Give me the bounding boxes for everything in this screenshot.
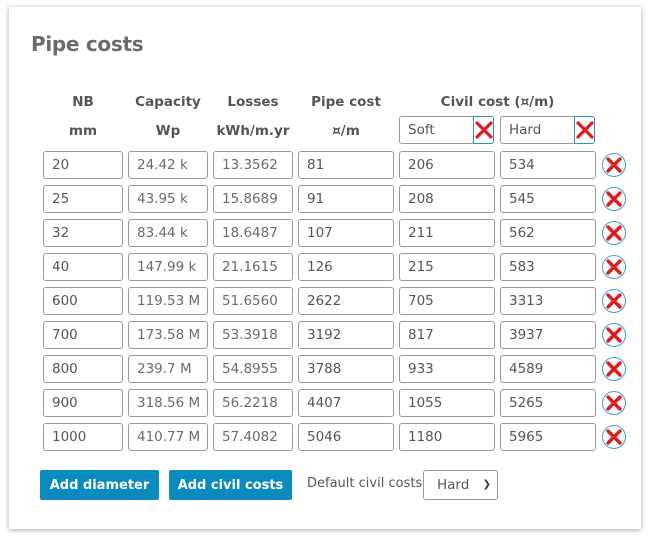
delete-row-button[interactable] (602, 391, 626, 415)
civil-cost-soft-input[interactable]: 208 (399, 185, 495, 213)
delete-row-button[interactable] (602, 289, 626, 313)
losses-field[interactable]: 56.2218 (213, 389, 293, 417)
default-civil-costs-label: Default civil costs: (307, 476, 427, 491)
default-civil-costs-value: Hard (437, 477, 470, 493)
civil-cost-hard-input[interactable]: 5965 (500, 423, 596, 451)
delete-row-button[interactable] (602, 221, 626, 245)
unit-losses: kWh/m.yr (216, 123, 290, 139)
losses-field[interactable]: 53.3918 (213, 321, 293, 349)
unit-pipe-cost: ¤/m (332, 123, 360, 139)
capacity-field[interactable]: 147.99 k (128, 253, 208, 281)
delete-row-button[interactable] (602, 153, 626, 177)
pipe-cost-input[interactable]: 126 (298, 253, 394, 281)
pipe-cost-input[interactable]: 3192 (298, 321, 394, 349)
losses-field[interactable]: 51.6560 (213, 287, 293, 315)
pipe-cost-input[interactable]: 3788 (298, 355, 394, 383)
civil-cost-hard-input[interactable]: 534 (500, 151, 596, 179)
header-nb: NB (72, 94, 94, 110)
pipe-cost-input[interactable]: 81 (298, 151, 394, 179)
losses-field[interactable]: 21.1615 (213, 253, 293, 281)
civil-category-name-input[interactable]: Hard (500, 116, 575, 144)
red-x-icon (474, 121, 493, 139)
delete-row-button[interactable] (602, 323, 626, 347)
header-pipe-cost: Pipe cost (311, 94, 381, 110)
pipe-cost-input[interactable]: 5046 (298, 423, 394, 451)
page-title: Pipe costs (31, 32, 144, 56)
nb-input[interactable]: 40 (43, 253, 123, 281)
pipe-cost-input[interactable]: 2622 (298, 287, 394, 315)
nb-input[interactable]: 25 (43, 185, 123, 213)
civil-cost-soft-input[interactable]: 1055 (399, 389, 495, 417)
losses-field[interactable]: 13.3562 (213, 151, 293, 179)
civil-cost-soft-input[interactable]: 933 (399, 355, 495, 383)
losses-field[interactable]: 15.8689 (213, 185, 293, 213)
civil-cost-soft-input[interactable]: 705 (399, 287, 495, 315)
capacity-field[interactable]: 173.58 M (128, 321, 208, 349)
delete-row-button[interactable] (602, 357, 626, 381)
header-losses: Losses (227, 94, 279, 110)
delete-row-button[interactable] (602, 187, 626, 211)
civil-cost-hard-input[interactable]: 545 (500, 185, 596, 213)
capacity-field[interactable]: 239.7 M (128, 355, 208, 383)
losses-field[interactable]: 57.4082 (213, 423, 293, 451)
civil-cost-soft-input[interactable]: 817 (399, 321, 495, 349)
civil-cost-soft-input[interactable]: 215 (399, 253, 495, 281)
nb-input[interactable]: 800 (43, 355, 123, 383)
civil-cost-soft-input[interactable]: 211 (399, 219, 495, 247)
losses-field[interactable]: 18.6487 (213, 219, 293, 247)
unit-capacity: Wp (155, 123, 181, 139)
red-x-icon (606, 327, 622, 343)
red-x-icon (606, 293, 622, 309)
unit-nb: mm (68, 123, 98, 139)
delete-row-button[interactable] (602, 425, 626, 449)
civil-cost-hard-input[interactable]: 583 (500, 253, 596, 281)
capacity-field[interactable]: 318.56 M (128, 389, 208, 417)
remove-civil-category-button[interactable] (574, 116, 595, 144)
civil-cost-hard-input[interactable]: 3313 (500, 287, 596, 315)
nb-input[interactable]: 32 (43, 219, 123, 247)
losses-field[interactable]: 54.8955 (213, 355, 293, 383)
nb-input[interactable]: 600 (43, 287, 123, 315)
capacity-field[interactable]: 83.44 k (128, 219, 208, 247)
red-x-icon (606, 395, 622, 411)
civil-cost-soft-input[interactable]: 206 (399, 151, 495, 179)
civil-cost-soft-input[interactable]: 1180 (399, 423, 495, 451)
capacity-field[interactable]: 119.53 M (128, 287, 208, 315)
nb-input[interactable]: 700 (43, 321, 123, 349)
header-capacity: Capacity (135, 94, 201, 110)
red-x-icon (606, 191, 622, 207)
red-x-icon (606, 157, 622, 173)
nb-input[interactable]: 1000 (43, 423, 123, 451)
default-civil-costs-select[interactable]: Hard ❯ (423, 470, 498, 500)
header-civil-cost: Civil cost (¤/m) (440, 94, 555, 110)
capacity-field[interactable]: 24.42 k (128, 151, 208, 179)
civil-category-name-input[interactable]: Soft (399, 116, 474, 144)
pipe-cost-input[interactable]: 107 (298, 219, 394, 247)
pipe-cost-input[interactable]: 4407 (298, 389, 394, 417)
nb-input[interactable]: 20 (43, 151, 123, 179)
nb-input[interactable]: 900 (43, 389, 123, 417)
pipe-cost-input[interactable]: 91 (298, 185, 394, 213)
civil-cost-hard-input[interactable]: 3937 (500, 321, 596, 349)
add-civil-costs-button[interactable]: Add civil costs (169, 470, 292, 500)
delete-row-button[interactable] (602, 255, 626, 279)
civil-cost-hard-input[interactable]: 5265 (500, 389, 596, 417)
capacity-field[interactable]: 43.95 k (128, 185, 208, 213)
chevron-down-icon: ❯ (482, 479, 491, 490)
capacity-field[interactable]: 410.77 M (128, 423, 208, 451)
civil-cost-hard-input[interactable]: 4589 (500, 355, 596, 383)
red-x-icon (606, 259, 622, 275)
red-x-icon (606, 225, 622, 241)
red-x-icon (606, 361, 622, 377)
red-x-icon (575, 121, 594, 139)
civil-cost-hard-input[interactable]: 562 (500, 219, 596, 247)
add-diameter-button[interactable]: Add diameter (40, 470, 159, 500)
red-x-icon (606, 429, 622, 445)
remove-civil-category-button[interactable] (473, 116, 494, 144)
